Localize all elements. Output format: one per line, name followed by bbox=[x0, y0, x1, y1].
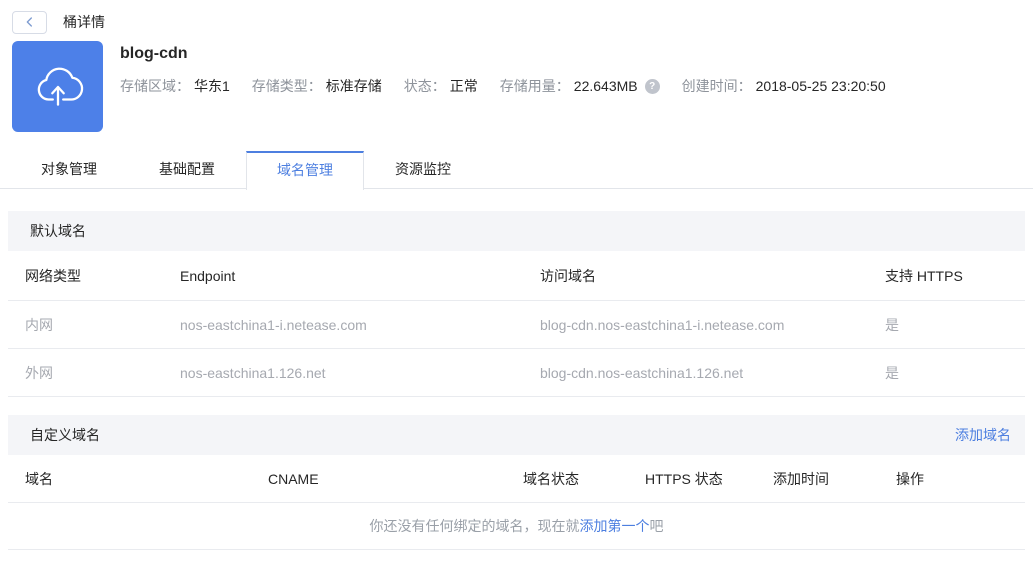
cell-network-type: 内网 bbox=[25, 316, 53, 333]
info-status: 状态： 正常 bbox=[403, 78, 478, 94]
custom-domain-section-header: 自定义域名 添加域名 bbox=[8, 415, 1025, 455]
bucket-header: blog-cdn 存储区域： 华东1 存储类型： 标准存储 状态： 正常 存储用… bbox=[12, 41, 1033, 132]
empty-state: 你还没有任何绑定的域名，现在就 添加第一个吧 bbox=[8, 503, 1025, 550]
info-storage-usage: 存储用量： 22.643MB ? bbox=[500, 76, 660, 96]
col-https-support: 支持 HTTPS bbox=[885, 267, 963, 284]
back-button[interactable] bbox=[12, 10, 47, 34]
info-storage-type: 存储类型： 标准存储 bbox=[251, 78, 382, 94]
add-first-domain-link[interactable]: 添加第一个 bbox=[580, 516, 650, 536]
col-cname: CNAME bbox=[268, 470, 319, 487]
default-domain-section-header: 默认域名 bbox=[8, 211, 1025, 251]
cell-https-support: 是 bbox=[885, 364, 899, 381]
cell-endpoint: nos-eastchina1-i.netease.com bbox=[180, 316, 367, 333]
cloud-upload-icon bbox=[37, 67, 83, 106]
col-actions: 操作 bbox=[896, 470, 924, 487]
table-row: 内网 nos-eastchina1-i.netease.com blog-cdn… bbox=[8, 301, 1025, 349]
info-create-time: 创建时间： 2018-05-25 23:20:50 bbox=[681, 78, 886, 94]
cell-https-support: 是 bbox=[885, 316, 899, 333]
bucket-name: blog-cdn bbox=[120, 45, 188, 62]
col-endpoint: Endpoint bbox=[180, 267, 236, 284]
cell-network-type: 外网 bbox=[25, 364, 53, 381]
table-row: 外网 nos-eastchina1.126.net blog-cdn.nos-e… bbox=[8, 349, 1025, 397]
col-domain-status: 域名状态 bbox=[523, 470, 579, 487]
default-domain-table: 网络类型 Endpoint 访问域名 支持 HTTPS 内网 nos-eastc… bbox=[8, 251, 1025, 397]
bucket-icon bbox=[12, 41, 103, 132]
default-domain-title: 默认域名 bbox=[30, 223, 86, 239]
help-icon[interactable]: ? bbox=[644, 78, 660, 94]
tab-domain-management[interactable]: 域名管理 bbox=[246, 151, 364, 190]
tab-object-management[interactable]: 对象管理 bbox=[10, 151, 128, 188]
page-title: 桶详情 bbox=[63, 14, 105, 30]
col-https-status: HTTPS 状态 bbox=[645, 470, 723, 487]
cell-access-domain: blog-cdn.nos-eastchina1.126.net bbox=[540, 364, 744, 381]
custom-domain-table: 域名 CNAME 域名状态 HTTPS 状态 添加时间 操作 你还没有任何绑定的… bbox=[8, 455, 1025, 550]
col-add-time: 添加时间 bbox=[773, 470, 829, 487]
col-domain: 域名 bbox=[25, 470, 53, 487]
col-network-type: 网络类型 bbox=[25, 267, 81, 284]
bucket-info-row: 存储区域： 华东1 存储类型： 标准存储 状态： 正常 存储用量： 22.643… bbox=[120, 76, 908, 96]
cell-access-domain: blog-cdn.nos-eastchina1-i.netease.com bbox=[540, 316, 785, 333]
tab-bar: 对象管理 基础配置 域名管理 资源监控 bbox=[0, 151, 1033, 190]
custom-domain-table-header: 域名 CNAME 域名状态 HTTPS 状态 添加时间 操作 bbox=[8, 455, 1025, 503]
cell-endpoint: nos-eastchina1.126.net bbox=[180, 364, 326, 381]
custom-domain-title: 自定义域名 bbox=[30, 427, 100, 443]
tab-basic-config[interactable]: 基础配置 bbox=[128, 151, 246, 188]
info-storage-region: 存储区域： 华东1 bbox=[120, 78, 230, 94]
top-bar: 桶详情 bbox=[0, 0, 1033, 34]
tab-resource-monitor[interactable]: 资源监控 bbox=[364, 151, 482, 188]
empty-state-suffix: 吧 bbox=[649, 518, 664, 534]
chevron-left-icon bbox=[26, 17, 32, 27]
empty-state-text: 你还没有任何绑定的域名，现在就 bbox=[369, 518, 580, 534]
col-access-domain: 访问域名 bbox=[540, 267, 596, 284]
default-domain-table-header: 网络类型 Endpoint 访问域名 支持 HTTPS bbox=[8, 251, 1025, 301]
add-domain-link[interactable]: 添加域名 bbox=[955, 425, 1011, 445]
